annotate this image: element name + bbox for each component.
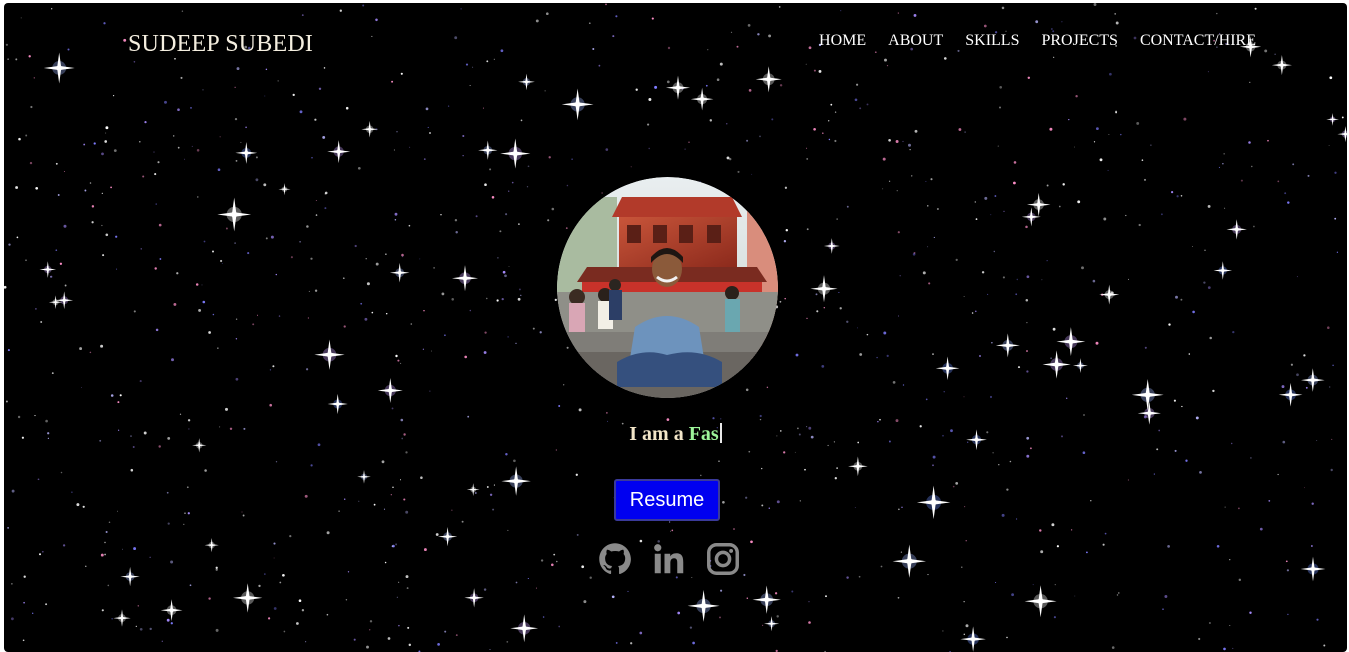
nav-item-home: HOME bbox=[819, 32, 866, 50]
instagram-link[interactable] bbox=[705, 541, 741, 577]
nav-link-about[interactable]: ABOUT bbox=[888, 32, 943, 49]
github-icon bbox=[599, 543, 631, 575]
nav-item-contact: CONTACT/HIRE bbox=[1140, 32, 1256, 50]
github-link[interactable] bbox=[597, 541, 633, 577]
site-logo[interactable]: SUDEEP SUBEDI bbox=[128, 31, 313, 58]
instagram-icon bbox=[707, 543, 739, 575]
linkedin-link[interactable] bbox=[651, 541, 687, 577]
linkedin-icon bbox=[654, 544, 684, 574]
resume-button[interactable]: Resume bbox=[614, 479, 720, 521]
typing-headline: I am a Fas bbox=[4, 423, 1347, 446]
typing-word: Fas bbox=[688, 423, 719, 445]
main-nav: HOME ABOUT SKILLS PROJECTS CONTACT/HIRE bbox=[819, 32, 1256, 50]
typing-cursor bbox=[719, 423, 722, 443]
nav-link-skills[interactable]: SKILLS bbox=[965, 32, 1019, 49]
page-frame: SUDEEP SUBEDI HOME ABOUT SKILLS PROJECTS… bbox=[4, 3, 1347, 652]
nav-item-about: ABOUT bbox=[888, 32, 943, 50]
social-links bbox=[597, 541, 741, 577]
profile-photo bbox=[557, 177, 778, 398]
nav-item-skills: SKILLS bbox=[965, 32, 1019, 50]
nav-link-projects[interactable]: PROJECTS bbox=[1041, 32, 1117, 49]
nav-link-contact-hire[interactable]: CONTACT/HIRE bbox=[1140, 32, 1256, 49]
nav-item-projects: PROJECTS bbox=[1041, 32, 1117, 50]
nav-link-home[interactable]: HOME bbox=[819, 32, 866, 49]
typing-prefix: I am a bbox=[629, 423, 689, 445]
